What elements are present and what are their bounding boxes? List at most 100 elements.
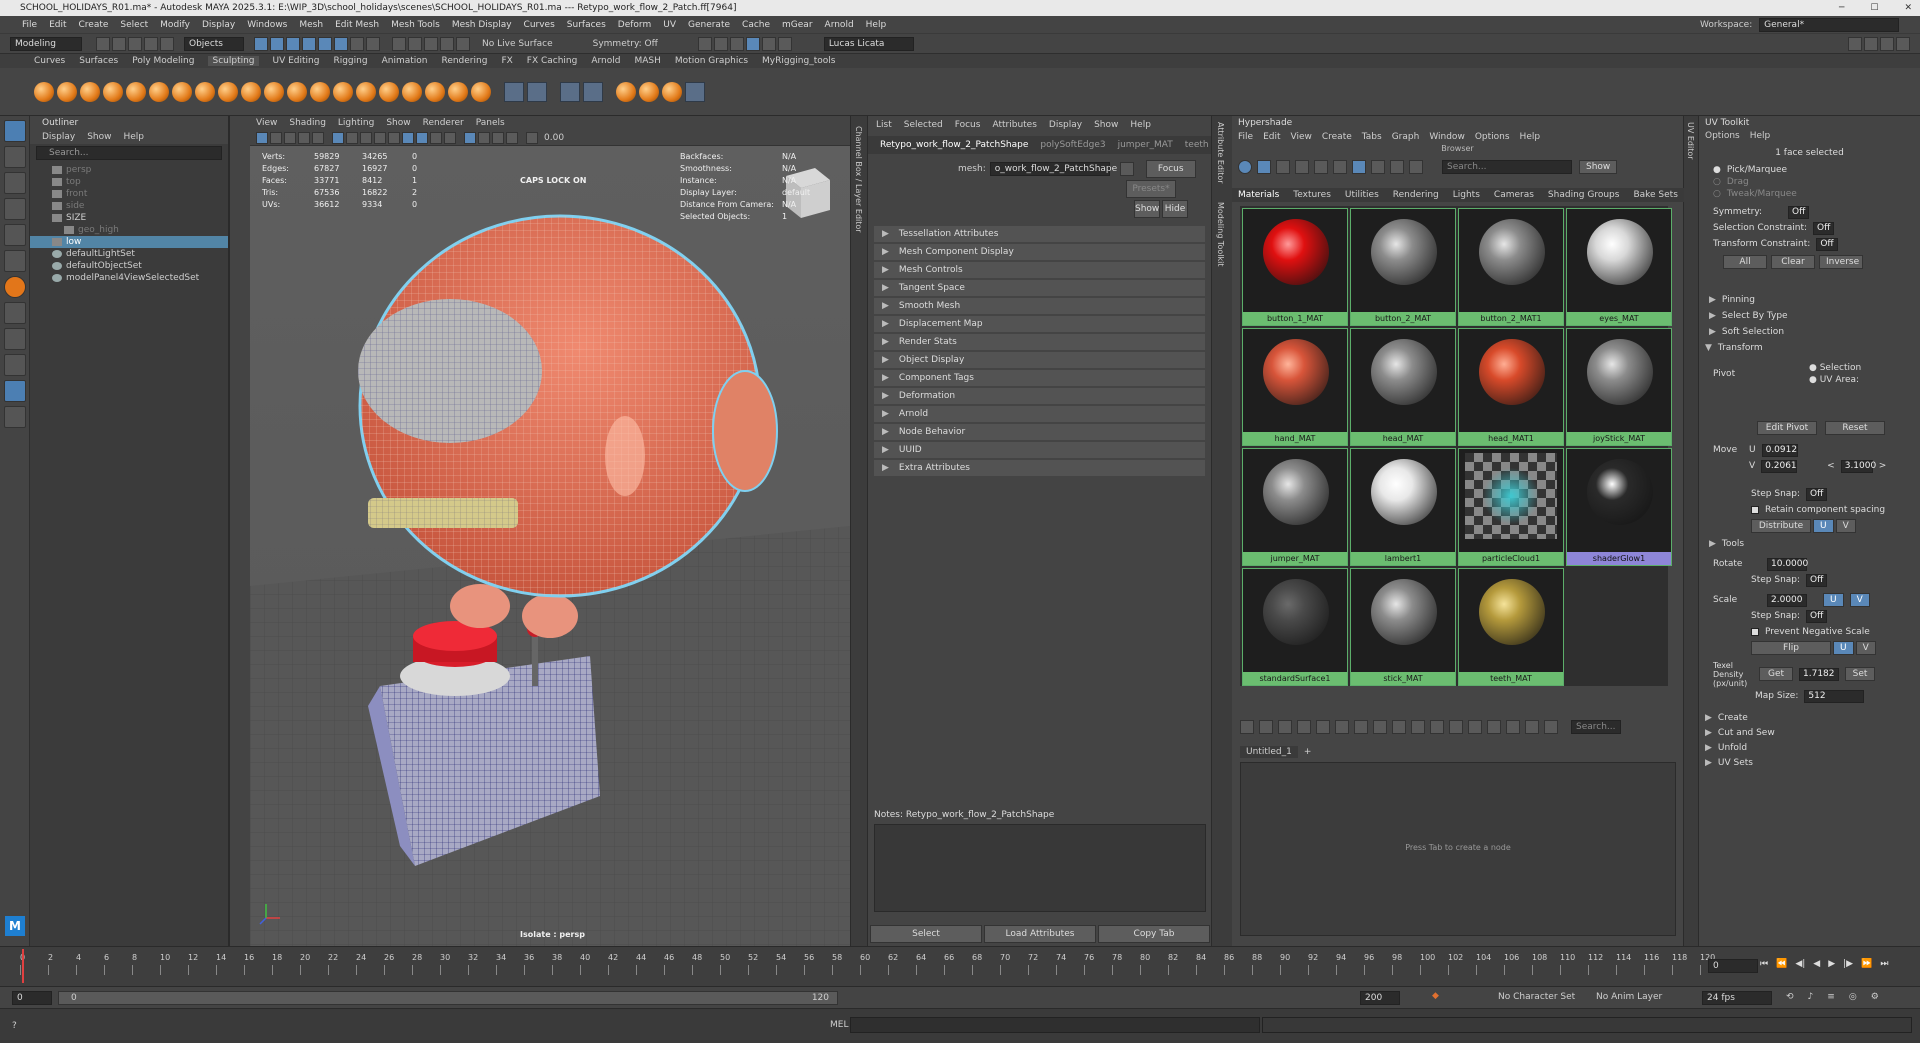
- presets-button[interactable]: Presets*: [1126, 180, 1176, 198]
- mel-label[interactable]: MEL: [830, 1020, 848, 1030]
- viewport-menu-view[interactable]: View: [256, 118, 277, 128]
- shelf-tab-rendering[interactable]: Rendering: [441, 56, 487, 66]
- modeling-toolkit-tab[interactable]: Modeling Toolkit: [1216, 202, 1225, 266]
- menu-file[interactable]: File: [22, 20, 37, 30]
- new-scene-icon[interactable]: [96, 36, 110, 51]
- render-settings-icon[interactable]: [424, 36, 438, 51]
- hypershade-menu-window[interactable]: Window: [1429, 132, 1465, 142]
- graph-io-icon[interactable]: [1259, 720, 1273, 734]
- scale-v-button[interactable]: V: [1849, 593, 1870, 607]
- open-scene-icon[interactable]: [112, 36, 126, 51]
- workspace-value[interactable]: General*: [1759, 18, 1900, 32]
- material-swatch[interactable]: head_MAT: [1350, 328, 1456, 446]
- graph-bookmark-icon[interactable]: [1544, 720, 1558, 734]
- map-size-field[interactable]: 512: [1804, 689, 1865, 703]
- viewport-menu-shading[interactable]: Shading: [289, 118, 326, 128]
- menu-deform[interactable]: Deform: [618, 20, 651, 30]
- distribute-u-button[interactable]: U: [1813, 519, 1834, 533]
- graph-clear-icon[interactable]: [1297, 720, 1311, 734]
- hypershade-icon[interactable]: [440, 36, 454, 51]
- camera-lock-icon[interactable]: [270, 131, 282, 144]
- select-button[interactable]: Select: [870, 925, 982, 943]
- outliner-item[interactable]: persp: [30, 164, 228, 176]
- exposure-icon[interactable]: [526, 131, 538, 144]
- go-start-icon[interactable]: ⏮: [1760, 959, 1768, 969]
- unmask-tool-icon[interactable]: [583, 81, 603, 102]
- ae-section-displacement-map[interactable]: ▶ Displacement Map: [874, 316, 1205, 332]
- channel-box-tab[interactable]: Channel Box / Layer Editor: [854, 126, 863, 233]
- notes-field[interactable]: [874, 824, 1206, 912]
- ae-tab-1[interactable]: polySoftEdge3: [1040, 140, 1105, 150]
- user-account[interactable]: Lucas Licata: [823, 36, 914, 51]
- shelf-tab-arnold[interactable]: Arnold: [591, 56, 620, 66]
- graph-output-icon[interactable]: [1278, 720, 1292, 734]
- shelf-tab-rigging[interactable]: Rigging: [333, 56, 367, 66]
- smooth-tool-icon[interactable]: [57, 81, 77, 102]
- graph-connected-icon[interactable]: [1430, 720, 1444, 734]
- paint-select-icon[interactable]: [4, 172, 26, 194]
- eraser-tool-icon[interactable]: [685, 81, 705, 102]
- hypershade-tab-materials[interactable]: Materials: [1238, 190, 1279, 200]
- bookmark-icon[interactable]: [284, 131, 296, 144]
- camera-select-icon[interactable]: [256, 131, 268, 144]
- grid-tool-icon[interactable]: [527, 81, 547, 102]
- audio-icon[interactable]: ♪: [1808, 992, 1814, 1002]
- move-v-field[interactable]: 0.2061: [1761, 459, 1798, 473]
- range-slider-bar[interactable]: 0 120: [58, 991, 838, 1005]
- step-back-icon[interactable]: ◀|: [1795, 959, 1805, 969]
- uv-section-create[interactable]: ▶ Create: [1699, 710, 1920, 725]
- small-swatch-icon[interactable]: [1295, 160, 1309, 174]
- menu-uv[interactable]: UV: [663, 20, 676, 30]
- symmetry-dropdown[interactable]: Off: [1788, 205, 1810, 219]
- ae-section-component-tags[interactable]: ▶ Component Tags: [874, 370, 1205, 386]
- menu-curves[interactable]: Curves: [524, 20, 555, 30]
- shelf-tab-mash[interactable]: MASH: [634, 56, 660, 66]
- ae-section-smooth-mesh[interactable]: ▶ Smooth Mesh: [874, 298, 1205, 314]
- outliner-item[interactable]: front: [30, 188, 228, 200]
- menu-create[interactable]: Create: [79, 20, 109, 30]
- selection-mode-dropdown[interactable]: Objects: [184, 36, 244, 51]
- graph-search-icon[interactable]: [1468, 720, 1482, 734]
- lasso-tool-icon[interactable]: [4, 146, 26, 168]
- pivot-options[interactable]: ● Selection ● UV Area:: [1809, 362, 1861, 386]
- playback-prefs-icon[interactable]: ⚙: [1871, 992, 1879, 1002]
- rotate-step-snap-dropdown[interactable]: Off: [1806, 573, 1828, 587]
- sort-type-icon[interactable]: [1371, 160, 1385, 174]
- dof-icon[interactable]: [444, 131, 456, 144]
- move-left-icon[interactable]: <: [1827, 461, 1835, 471]
- snap-point-icon[interactable]: [286, 36, 300, 51]
- material-swatch[interactable]: button_2_MAT1: [1458, 208, 1564, 326]
- outliner-item[interactable]: defaultLightSet: [30, 248, 228, 260]
- scale-step-snap-dropdown[interactable]: Off: [1806, 609, 1828, 623]
- ae-section-mesh-controls[interactable]: ▶ Mesh Controls: [874, 262, 1205, 278]
- xray-joints-icon[interactable]: [492, 131, 504, 144]
- menu-edit-mesh[interactable]: Edit Mesh: [335, 20, 379, 30]
- shelf-tab-sculpting[interactable]: Sculpting: [208, 56, 259, 66]
- ae-section-node-behavior[interactable]: ▶ Node Behavior: [874, 424, 1205, 440]
- hypershade-tab-utilities[interactable]: Utilities: [1345, 190, 1379, 200]
- shelf-tab-motion-graphics[interactable]: Motion Graphics: [675, 56, 748, 66]
- uv-mode-option[interactable]: ○ Drag: [1699, 176, 1920, 188]
- shelf-tab-curves[interactable]: Curves: [34, 56, 65, 66]
- mesh-name-field[interactable]: o_work_flow_2_PatchShape: [989, 162, 1117, 176]
- uv-section-uv-sets[interactable]: ▶ UV Sets: [1699, 755, 1920, 770]
- rotate-field[interactable]: 10.0000: [1767, 557, 1808, 571]
- menu-arnold[interactable]: Arnold: [825, 20, 854, 30]
- save-scene-icon[interactable]: [128, 36, 142, 51]
- menu-windows[interactable]: Windows: [247, 20, 287, 30]
- viewport-canvas[interactable]: Verts: 59829 34265 0 Edges: 67827 16927 0 Faces:…: [250, 146, 850, 946]
- outliner-item[interactable]: modelPanel4ViewSelectedSet: [30, 272, 228, 284]
- ae-menu-selected[interactable]: Selected: [904, 120, 943, 130]
- render-view-icon[interactable]: [697, 36, 712, 51]
- ae-tab-3[interactable]: teeth: [1185, 140, 1209, 150]
- transform-section[interactable]: Transform: [1718, 343, 1763, 353]
- viewport-menu-show[interactable]: Show: [386, 118, 410, 128]
- cache-icon[interactable]: ◎: [1849, 992, 1857, 1002]
- hypershade-menu-create[interactable]: Create: [1322, 132, 1352, 142]
- scale-tool-icon[interactable]: [4, 250, 26, 272]
- snap-view-icon[interactable]: [302, 36, 316, 51]
- material-swatch[interactable]: button_1_MAT: [1242, 208, 1348, 326]
- outliner-item[interactable]: geo_high: [30, 224, 228, 236]
- close-icon[interactable]: ✕: [1904, 0, 1912, 16]
- material-swatch[interactable]: stick_MAT: [1350, 568, 1456, 686]
